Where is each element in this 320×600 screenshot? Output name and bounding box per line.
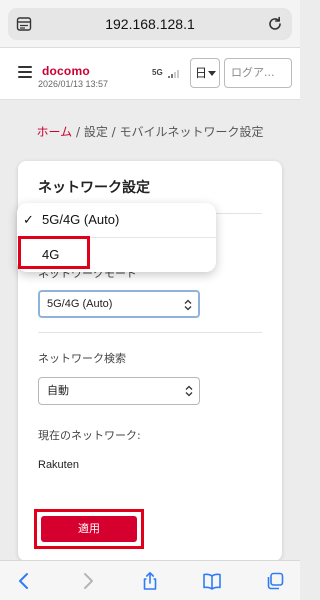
checkmark-icon: ✓ — [23, 212, 34, 227]
chevron-down-icon — [208, 71, 216, 76]
page-menu-icon[interactable] — [16, 16, 32, 32]
header-datetime: 2026/01/13 13:57 — [38, 79, 109, 89]
network-type-indicator: 5G — [152, 68, 163, 77]
network-search-value: 自動 — [47, 385, 69, 397]
login-button[interactable]: ログア... — [224, 58, 292, 88]
network-search-label: ネットワーク検索 — [38, 352, 126, 365]
apply-button[interactable]: 適用 — [41, 516, 137, 542]
dropdown-option[interactable]: ✓ 5G/4G (Auto) — [17, 203, 216, 237]
back-icon[interactable] — [14, 571, 34, 591]
tabs-icon[interactable] — [265, 571, 285, 591]
card-title: ネットワーク設定 — [38, 180, 150, 196]
dropdown-option-label: 5G/4G (Auto) — [42, 212, 120, 227]
highlight-frame — [18, 236, 90, 269]
signal-strength-icon — [168, 70, 179, 78]
url-field[interactable]: 192.168.128.1 — [8, 8, 292, 40]
current-network-value: Rakuten — [38, 459, 79, 471]
share-icon[interactable] — [140, 571, 160, 591]
select-updown-icon — [184, 299, 192, 311]
current-network-label: 現在のネットワーク: — [38, 429, 141, 442]
highlight-frame: 適用 — [34, 509, 144, 549]
reload-icon[interactable] — [266, 15, 284, 33]
browser-toolbar — [0, 560, 300, 600]
select-updown-icon — [185, 385, 193, 397]
breadcrumb-home-link[interactable]: ホーム — [37, 125, 73, 139]
language-select[interactable]: 日 — [190, 58, 220, 88]
forward-icon[interactable] — [78, 571, 98, 591]
bookmarks-icon[interactable] — [202, 571, 222, 591]
network-search-select[interactable]: 自動 — [38, 377, 200, 405]
brand-logo: docomo — [42, 64, 90, 78]
divider — [38, 332, 262, 333]
language-select-value: 日 — [195, 66, 208, 80]
app-header: docomo 2026/01/13 13:57 5G 日 ログア... — [0, 48, 300, 100]
url-text: 192.168.128.1 — [105, 16, 195, 32]
hamburger-menu-icon[interactable] — [18, 66, 32, 78]
breadcrumb: ホーム / 設定 / モバイルネットワーク設定 — [0, 123, 300, 140]
browser-address-bar: 192.168.128.1 — [0, 0, 300, 48]
breadcrumb-path: / 設定 / モバイルネットワーク設定 — [72, 125, 264, 139]
network-mode-value: 5G/4G (Auto) — [47, 298, 113, 310]
network-mode-select[interactable]: 5G/4G (Auto) — [38, 290, 200, 318]
